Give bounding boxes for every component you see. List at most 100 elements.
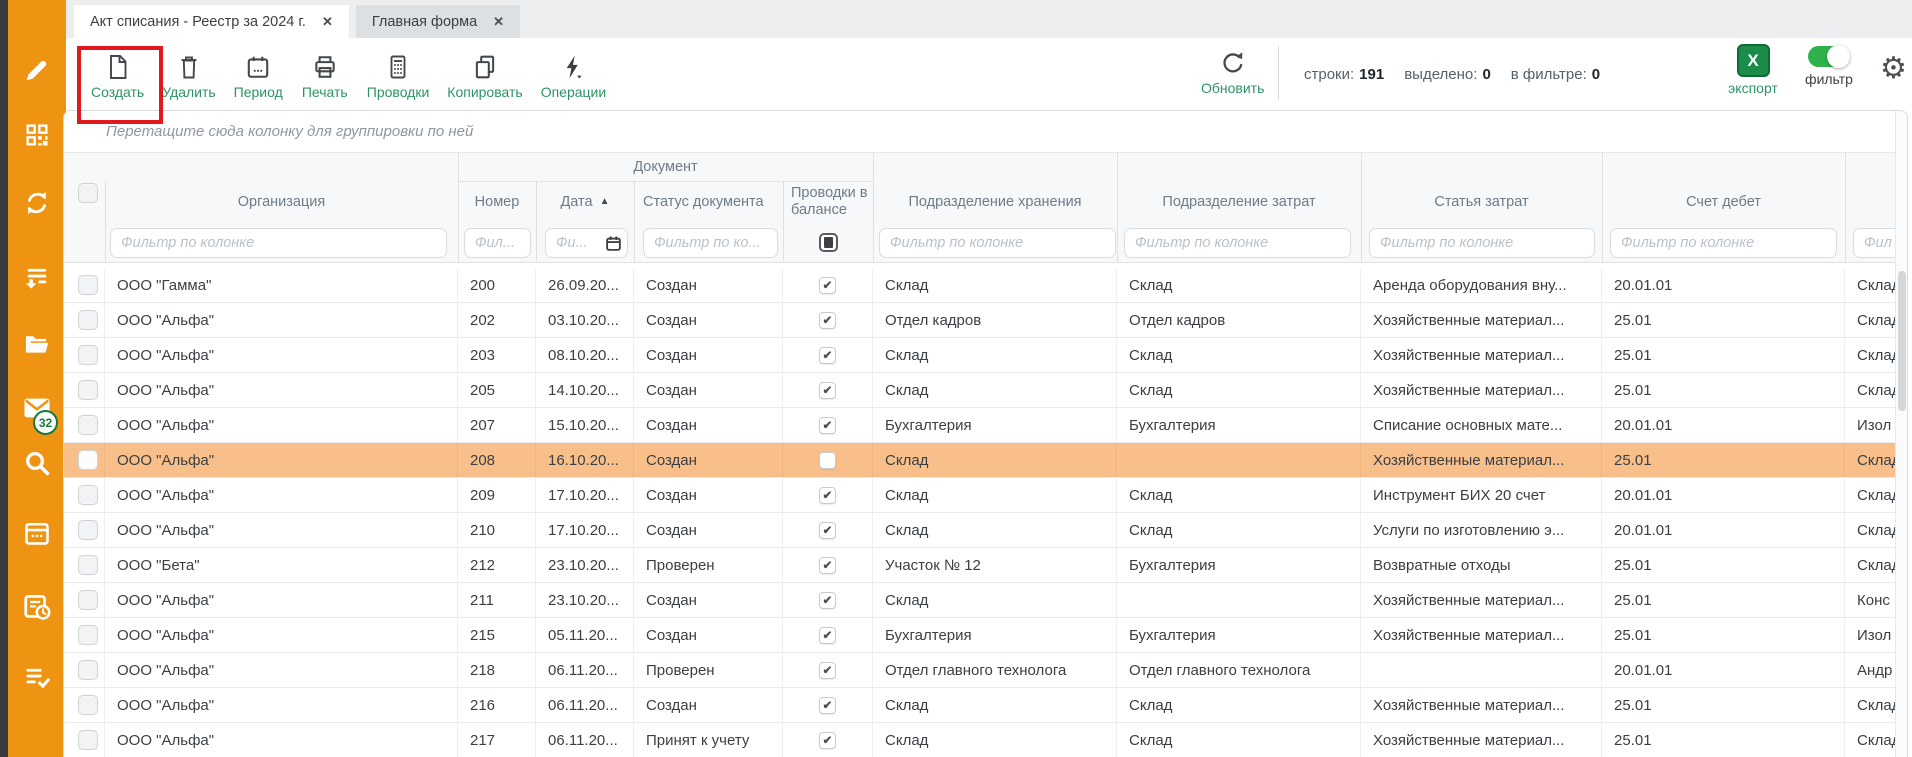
table-row[interactable]: ООО "Альфа"20308.10.20...Создан✔СкладСкл…	[64, 338, 1897, 373]
posted-checkbox[interactable]: ✔	[819, 592, 836, 609]
tab-act-spisaniya[interactable]: Акт списания - Реестр за 2024 г. ✕	[74, 5, 349, 38]
toolbar: Создать Удалить Период	[66, 38, 1912, 110]
table-row[interactable]: ООО "Альфа"21017.10.20...Создан✔СкладСкл…	[64, 513, 1897, 548]
posted-checkbox[interactable]: ✔	[819, 347, 836, 364]
cell-select	[71, 653, 105, 687]
column-header-cost-dept[interactable]: Подразделение затрат	[1117, 181, 1361, 223]
close-icon[interactable]: ✕	[322, 14, 333, 30]
row-select-checkbox[interactable]	[78, 345, 98, 365]
row-select-checkbox[interactable]	[78, 275, 98, 295]
search-icon[interactable]	[21, 447, 53, 479]
cell-status: Создан	[634, 303, 783, 337]
column-group-document[interactable]: Документ	[458, 153, 873, 181]
row-select-checkbox[interactable]	[78, 555, 98, 575]
edit-pencil-icon[interactable]	[21, 54, 53, 86]
qr-code-icon[interactable]	[21, 119, 53, 151]
sync-refresh-icon[interactable]	[21, 187, 53, 219]
posted-filter-checkbox[interactable]	[819, 233, 838, 252]
row-select-checkbox[interactable]	[78, 625, 98, 645]
postings-button[interactable]: Проводки	[358, 46, 439, 102]
posted-checkbox[interactable]: ✔	[819, 522, 836, 539]
operations-button[interactable]: Операции	[532, 46, 616, 102]
row-select-checkbox[interactable]	[78, 485, 98, 505]
table-row[interactable]: ООО "Альфа"21706.11.20...Принят к учету✔…	[64, 723, 1897, 757]
period-button[interactable]: Период	[225, 46, 292, 102]
copy-button[interactable]: Копировать	[438, 46, 531, 102]
filter-input-cost-dept[interactable]	[1124, 228, 1351, 258]
posted-checkbox[interactable]: ✔	[819, 697, 836, 714]
excel-export-button[interactable]: X экспорт	[1720, 44, 1786, 96]
column-header-cost-item[interactable]: Статья затрат	[1361, 181, 1602, 223]
column-header-store-dept[interactable]: Подразделение хранения	[873, 181, 1117, 223]
row-select-checkbox[interactable]	[78, 415, 98, 435]
table-row[interactable]: ООО "Альфа"20917.10.20...Создан✔СкладСкл…	[64, 478, 1897, 513]
scrollbar-thumb[interactable]	[1898, 271, 1906, 411]
posted-checkbox[interactable]: ✔	[819, 732, 836, 749]
filter-input-debit[interactable]	[1610, 228, 1837, 258]
cell-num: 203	[458, 338, 536, 372]
report-clock-icon[interactable]	[21, 591, 53, 623]
refresh-button[interactable]: Обновить	[1192, 42, 1273, 98]
filter-input-store-dept[interactable]	[879, 228, 1116, 258]
group-by-panel[interactable]: Перетащите сюда колонку для группировки …	[64, 111, 1907, 153]
filter-input-status[interactable]	[643, 228, 778, 258]
table-row[interactable]: ООО "Бета"21223.10.20...Проверен✔Участок…	[64, 548, 1897, 583]
row-select-checkbox[interactable]	[78, 380, 98, 400]
column-header-status[interactable]: Статус документа	[643, 181, 773, 223]
posted-checkbox[interactable]: ✔	[819, 662, 836, 679]
table-row[interactable]: ООО "Альфа"21606.11.20...Создан✔СкладСкл…	[64, 688, 1897, 723]
row-select-checkbox[interactable]	[78, 660, 98, 680]
export-list-icon[interactable]	[21, 261, 53, 293]
column-header-posted[interactable]: Проводки в балансе	[791, 181, 871, 223]
posted-checkbox[interactable]: ✔	[819, 417, 836, 434]
tab-glavnaya-forma[interactable]: Главная форма ✕	[356, 5, 520, 38]
date-picker-calendar-icon[interactable]	[605, 235, 622, 252]
folder-icon[interactable]	[21, 329, 53, 361]
table-row[interactable]: ООО "Альфа"21505.11.20...Создан✔Бухгалте…	[64, 618, 1897, 653]
delete-button[interactable]: Удалить	[153, 46, 224, 102]
cell-debit: 20.01.01	[1602, 653, 1845, 687]
row-select-checkbox[interactable]	[78, 730, 98, 750]
checklist-icon[interactable]	[21, 661, 53, 693]
table-row[interactable]: ООО "Гамма"20026.09.20...Создан✔СкладСкл…	[64, 268, 1897, 303]
posted-checkbox[interactable]	[819, 452, 836, 469]
calendar-icon[interactable]	[21, 517, 53, 549]
row-select-checkbox[interactable]	[78, 695, 98, 715]
posted-checkbox[interactable]: ✔	[819, 382, 836, 399]
row-select-checkbox[interactable]	[78, 450, 98, 470]
posted-checkbox[interactable]: ✔	[819, 627, 836, 644]
table-row[interactable]: ООО "Альфа"20816.10.20...СозданСкладХозя…	[64, 443, 1897, 478]
posted-checkbox[interactable]: ✔	[819, 557, 836, 574]
filter-input-num[interactable]	[464, 228, 531, 258]
filter-input-cost-item[interactable]	[1369, 228, 1595, 258]
close-icon[interactable]: ✕	[493, 14, 504, 30]
cell-posted: ✔	[783, 513, 873, 547]
gear-icon[interactable]: ⚙	[1880, 54, 1907, 84]
table-row[interactable]: ООО "Альфа"21806.11.20...Проверен✔Отдел …	[64, 653, 1897, 688]
cell-cost-item: Услуги по изготовлению э...	[1361, 513, 1602, 547]
column-header-org[interactable]: Организация	[105, 181, 458, 223]
filter-toggle[interactable]: фильтр	[1796, 46, 1862, 87]
column-header-date[interactable]: Дата ▲	[536, 181, 634, 223]
vertical-scrollbar[interactable]	[1895, 111, 1907, 757]
posted-checkbox[interactable]: ✔	[819, 487, 836, 504]
table-row[interactable]: ООО "Альфа"20715.10.20...Создан✔Бухгалте…	[64, 408, 1897, 443]
column-header-debit-account[interactable]: Счет дебет	[1602, 181, 1845, 223]
cell-date: 08.10.20...	[536, 338, 634, 372]
table-row[interactable]: ООО "Альфа"20514.10.20...Создан✔СкладСкл…	[64, 373, 1897, 408]
cell-num: 211	[458, 583, 536, 617]
table-row[interactable]: ООО "Альфа"21123.10.20...Создан✔СкладХоз…	[64, 583, 1897, 618]
filter-input-org[interactable]	[110, 228, 447, 258]
table-row[interactable]: ООО "Альфа"20203.10.20...Создан✔Отдел ка…	[64, 303, 1897, 338]
posted-checkbox[interactable]: ✔	[819, 312, 836, 329]
select-all-checkbox[interactable]	[78, 183, 98, 203]
row-select-checkbox[interactable]	[78, 310, 98, 330]
posted-checkbox[interactable]: ✔	[819, 277, 836, 294]
cell-num: 208	[458, 443, 536, 477]
row-select-checkbox[interactable]	[78, 590, 98, 610]
cell-cost-item	[1361, 653, 1602, 687]
print-button[interactable]: Печать	[292, 46, 358, 102]
row-select-checkbox[interactable]	[78, 520, 98, 540]
create-button[interactable]: Создать	[82, 46, 153, 102]
column-header-num[interactable]: Номер	[458, 181, 536, 223]
